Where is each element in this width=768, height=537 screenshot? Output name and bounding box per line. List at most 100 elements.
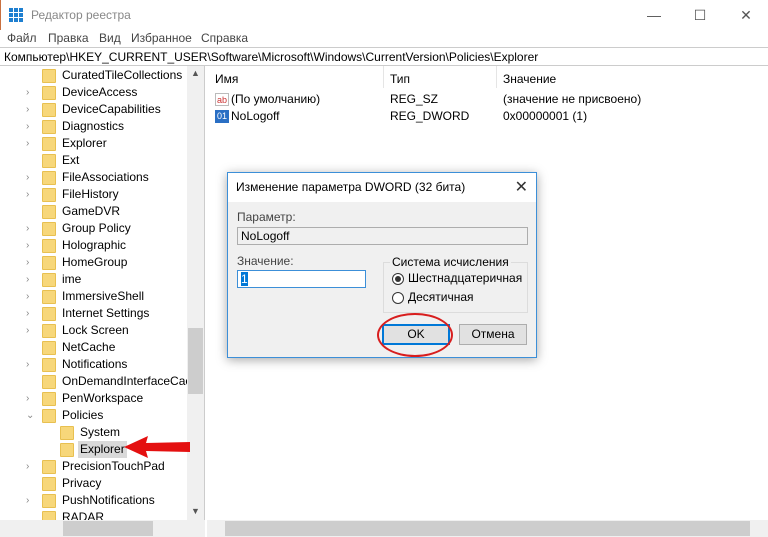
tree-node[interactable]: ⌄ Policies — [0, 407, 187, 424]
tree-node-label: Holographic — [62, 238, 127, 252]
param-name-field: NoLogoff — [237, 227, 528, 245]
dialog-close-icon[interactable]: ✕ — [515, 177, 528, 197]
column-name[interactable]: Имя — [215, 69, 238, 89]
column-type[interactable]: Тип — [390, 69, 410, 89]
chevron-right-icon[interactable]: › — [26, 220, 36, 237]
folder-icon — [42, 154, 56, 168]
tree-node-label: PrecisionTouchPad — [62, 459, 165, 473]
tree-node-label: RADAR — [62, 510, 105, 520]
folder-icon — [42, 358, 56, 372]
column-divider[interactable] — [496, 66, 497, 88]
tree-node[interactable]: › Notifications — [0, 356, 187, 373]
hex-radio[interactable] — [392, 273, 404, 285]
tree-node[interactable]: NetCache — [0, 339, 187, 356]
chevron-right-icon[interactable]: › — [26, 169, 36, 186]
decimal-label[interactable]: Десятичная — [408, 290, 474, 304]
list-horizontal-scrollbar[interactable] — [207, 520, 768, 537]
tree-node[interactable]: › Holographic — [0, 237, 187, 254]
string-value-icon: ab — [215, 93, 229, 106]
list-hscroll-thumb[interactable] — [225, 521, 750, 536]
tree-node[interactable]: OnDemandInterfaceCach — [0, 373, 198, 390]
tree-node-label: ImmersiveShell — [62, 289, 145, 303]
chevron-right-icon[interactable]: › — [26, 458, 36, 475]
close-button[interactable]: ✕ — [723, 0, 768, 30]
decimal-radio[interactable] — [392, 292, 404, 304]
folder-icon — [42, 324, 56, 338]
tree-node-label: DeviceCapabilities — [62, 102, 161, 116]
tree-node[interactable]: CuratedTileCollections — [0, 67, 187, 84]
value-row[interactable]: 01 NoLogoff REG_DWORD 0x00000001 (1) — [207, 108, 768, 125]
tree-node[interactable]: › ImmersiveShell — [0, 288, 187, 305]
chevron-right-icon[interactable]: › — [26, 356, 36, 373]
value-row[interactable]: ab (По умолчанию) REG_SZ (значение не пр… — [207, 91, 768, 108]
tree-node[interactable]: › Internet Settings — [0, 305, 187, 322]
folder-icon — [60, 426, 74, 440]
tree-node[interactable]: › FileAssociations — [0, 169, 187, 186]
chevron-right-icon[interactable]: › — [26, 305, 36, 322]
menu-bar: Файл Правка Вид Избранное Справка — [0, 30, 768, 47]
value-data: 0x00000001 (1) — [503, 109, 588, 123]
tree-node[interactable]: › PrecisionTouchPad — [0, 458, 187, 475]
tree-node[interactable]: › PenWorkspace — [0, 390, 187, 407]
base-group-label: Система исчисления — [390, 255, 511, 269]
address-bar[interactable]: Компьютер\HKEY_CURRENT_USER\Software\Mic… — [0, 47, 768, 66]
menu-favorites[interactable]: Избранное — [131, 31, 192, 45]
tree-hscroll-thumb[interactable] — [63, 521, 153, 536]
tree-node[interactable]: GameDVR — [0, 203, 187, 220]
chevron-right-icon[interactable]: › — [26, 271, 36, 288]
chevron-right-icon[interactable]: › — [26, 84, 36, 101]
column-value[interactable]: Значение — [503, 69, 556, 89]
tree-node[interactable]: › Group Policy — [0, 220, 187, 237]
menu-file[interactable]: Файл — [7, 31, 37, 45]
tree-scroll-thumb[interactable] — [188, 328, 203, 394]
hex-label[interactable]: Шестнадцатеричная — [408, 271, 522, 285]
chevron-right-icon[interactable]: › — [26, 237, 36, 254]
tree-node[interactable]: › DeviceCapabilities — [0, 101, 187, 118]
tree-node[interactable]: › Lock Screen — [0, 322, 187, 339]
folder-icon — [42, 205, 56, 219]
folder-icon — [42, 341, 56, 355]
chevron-right-icon[interactable]: › — [26, 288, 36, 305]
tree-node[interactable]: Ext — [0, 152, 187, 169]
tree-node[interactable]: › DeviceAccess — [0, 84, 187, 101]
tree-node[interactable]: › PushNotifications — [0, 492, 187, 509]
maximize-button[interactable]: ☐ — [677, 0, 723, 30]
menu-view[interactable]: Вид — [99, 31, 121, 45]
tree-node-label: FileHistory — [62, 187, 119, 201]
tree-node[interactable]: › FileHistory — [0, 186, 187, 203]
dialog-title-text: Изменение параметра DWORD (32 бита) — [236, 180, 466, 194]
value-input[interactable]: 1 — [237, 270, 366, 288]
value-type: REG_DWORD — [390, 109, 470, 123]
chevron-right-icon[interactable]: › — [26, 186, 36, 203]
tree-node-label: Explorer — [62, 136, 107, 150]
menu-edit[interactable]: Правка — [48, 31, 89, 45]
chevron-right-icon[interactable]: › — [26, 390, 36, 407]
folder-icon — [42, 103, 56, 117]
folder-icon — [42, 222, 56, 236]
tree-node-label: Privacy — [62, 476, 102, 490]
scroll-up-icon[interactable]: ▲ — [191, 68, 200, 78]
menu-help[interactable]: Справка — [201, 31, 248, 45]
chevron-right-icon[interactable]: › — [26, 135, 36, 152]
tree-node[interactable]: › HomeGroup — [0, 254, 187, 271]
chevron-right-icon[interactable]: › — [26, 101, 36, 118]
scroll-down-icon[interactable]: ▼ — [191, 506, 200, 516]
folder-icon — [42, 494, 56, 508]
tree-node-label: ime — [62, 272, 82, 286]
chevron-right-icon[interactable]: › — [26, 118, 36, 135]
column-divider[interactable] — [383, 66, 384, 88]
chevron-right-icon[interactable]: › — [26, 492, 36, 509]
tree-horizontal-scrollbar[interactable] — [0, 520, 205, 537]
chevron-down-icon[interactable]: ⌄ — [26, 407, 36, 424]
minimize-button[interactable]: — — [631, 0, 677, 30]
chevron-right-icon[interactable]: › — [26, 322, 36, 339]
tree-node[interactable]: › Explorer — [0, 135, 187, 152]
tree-node[interactable]: › ime — [0, 271, 187, 288]
tree-node[interactable]: RADAR — [0, 509, 187, 520]
cancel-button[interactable]: Отмена — [459, 324, 527, 345]
tree-node[interactable]: Privacy — [0, 475, 187, 492]
tree-node[interactable]: › Diagnostics — [0, 118, 187, 135]
folder-icon — [42, 120, 56, 134]
chevron-right-icon[interactable]: › — [26, 254, 36, 271]
param-label: Параметр: — [237, 210, 296, 224]
